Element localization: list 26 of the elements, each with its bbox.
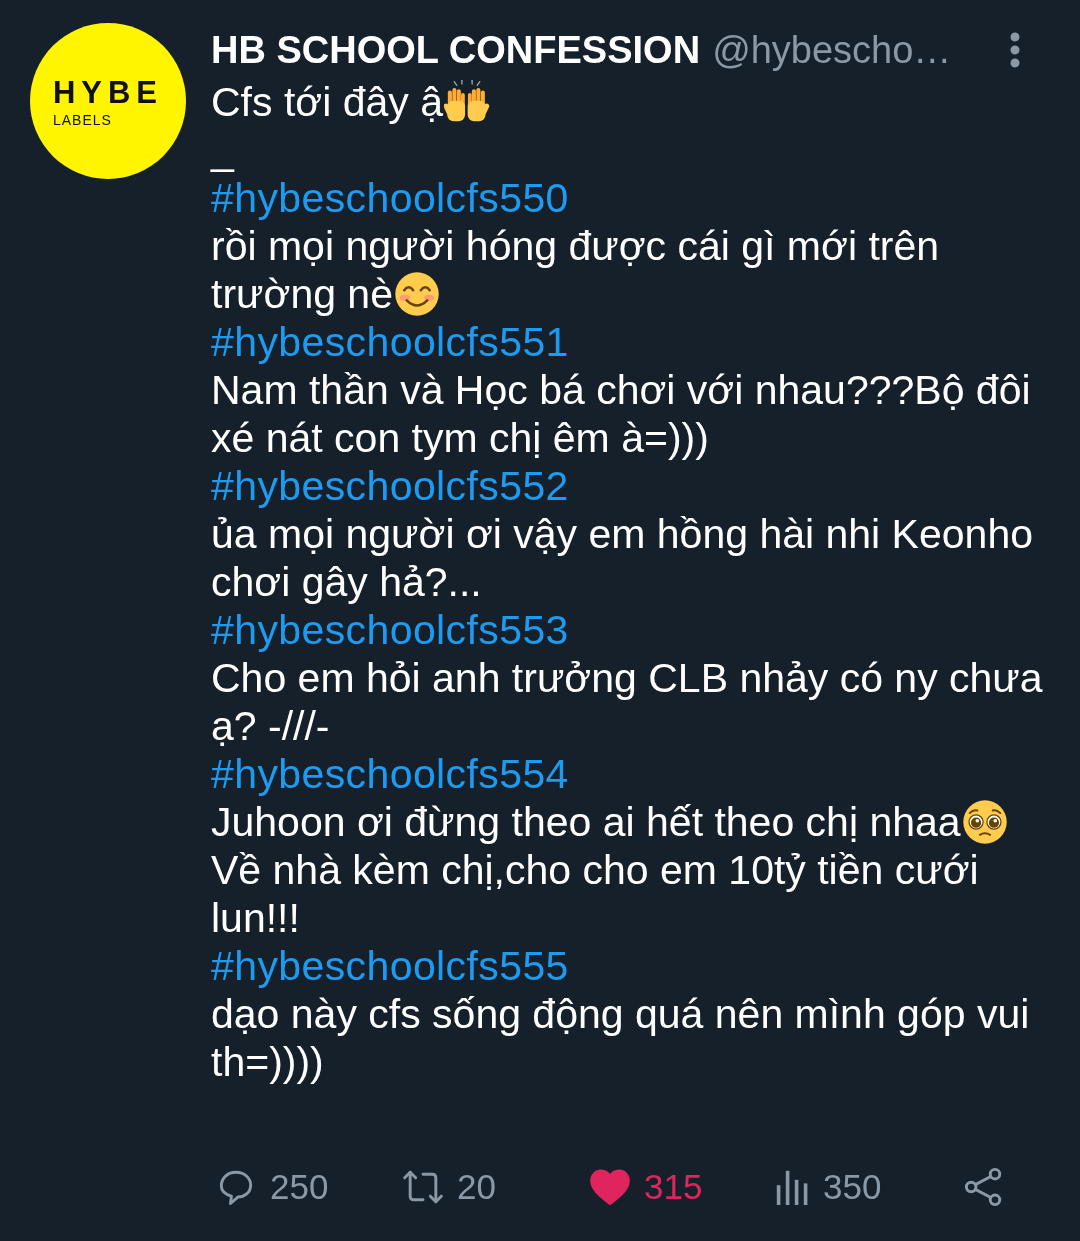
more-menu-button[interactable] xyxy=(1008,32,1022,68)
confession-text: Nam thần và Học bá chơi với nhau???Bộ đôi xé nát con tym chị êm à=))) xyxy=(211,367,1031,461)
separator-text: _ xyxy=(211,127,234,173)
confession-text: Juhoon ơi đừng theo ai hết theo chị nhaa xyxy=(211,799,961,845)
confession-text: Về nhà kèm chị,cho cho em 10tỷ tiền cưới lun!!! xyxy=(211,847,979,941)
retweet-button[interactable]: 20 xyxy=(398,1165,585,1209)
like-button[interactable]: 315 xyxy=(585,1165,772,1209)
confession-text: dạo này cfs sống động quá nên mình góp vui th=)))) xyxy=(211,991,1030,1085)
confession-text: Cho em hỏi anh trưởng CLB nhảy có ny chưa ạ? -///- xyxy=(211,655,1043,749)
logo-text: HYBE xyxy=(52,77,164,109)
author-name[interactable]: HB SCHOOL CONFESSION xyxy=(211,28,701,72)
avatar-logo[interactable]: HYBE LABELS xyxy=(30,23,186,179)
reply-button[interactable]: 250 xyxy=(211,1165,398,1209)
hashtag-link[interactable]: #hybeschoolcfs550 xyxy=(211,175,569,221)
logo-subtext: LABELS xyxy=(52,111,112,129)
hashtag-link[interactable]: #hybeschoolcfs551 xyxy=(211,319,569,365)
views-button[interactable]: 350 xyxy=(772,1167,959,1207)
hashtag-link[interactable]: #hybeschoolcfs555 xyxy=(211,943,569,989)
confession-text: rồi mọi người hóng được cái gì mới trên trường nè xyxy=(211,223,940,317)
confession-text: ủa mọi người ơi vậy em hồng hài nhi Keonho chơi gây hả?... xyxy=(211,511,1033,605)
menu-icon xyxy=(1008,32,1022,68)
hashtag-link[interactable]: #hybeschoolcfs552 xyxy=(211,463,569,509)
author-handle: @hybescho… xyxy=(712,28,953,72)
tweet-text: Cfs tới đây ậ xyxy=(211,79,443,125)
hashtag-link[interactable]: #hybeschoolcfs553 xyxy=(211,607,569,653)
hashtag-link[interactable]: #hybeschoolcfs554 xyxy=(211,751,569,797)
